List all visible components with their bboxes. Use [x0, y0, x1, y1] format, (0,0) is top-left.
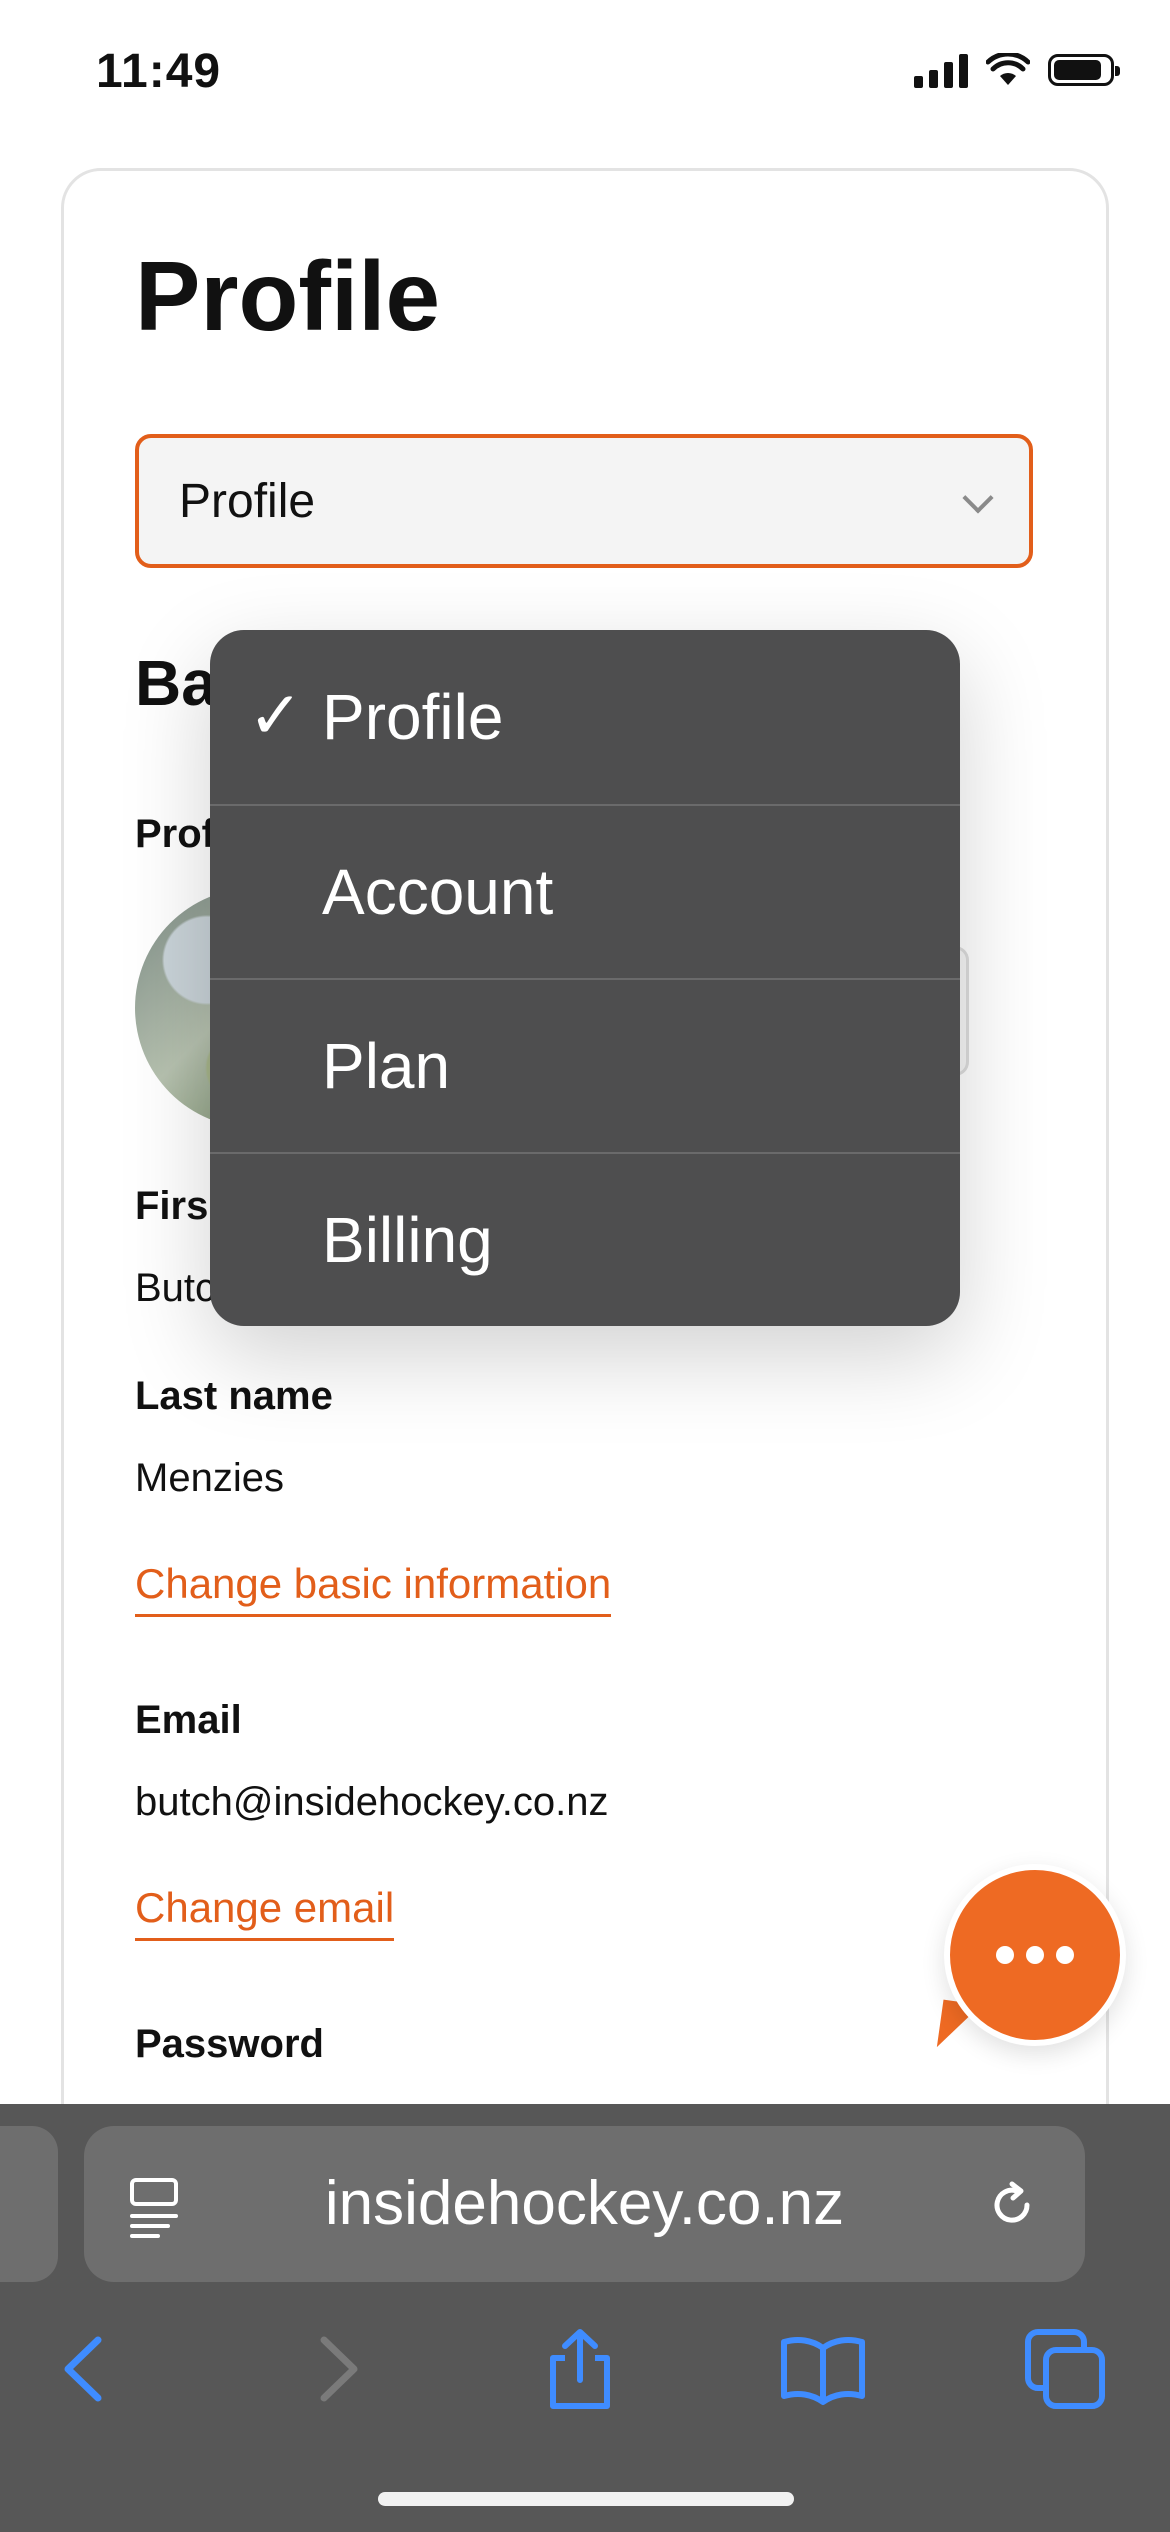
- menu-item-account[interactable]: Account: [210, 804, 960, 978]
- email-label: Email: [135, 1698, 242, 1742]
- page-title: Profile: [135, 241, 440, 351]
- wifi-icon: [986, 53, 1030, 85]
- battery-icon: [1048, 54, 1120, 86]
- section-heading: Ba: [135, 647, 217, 719]
- password-label: Password: [135, 2022, 324, 2066]
- section-select-value: Profile: [179, 474, 316, 528]
- share-icon[interactable]: [535, 2324, 625, 2414]
- section-select[interactable]: Profile: [135, 434, 1033, 568]
- chat-bubble-icon[interactable]: [944, 1864, 1126, 2046]
- previous-tab-preview[interactable]: [0, 2126, 58, 2282]
- menu-item-label: Account: [322, 856, 554, 928]
- change-basic-information-link[interactable]: Change basic information: [135, 1560, 612, 1617]
- change-email-link[interactable]: Change email: [135, 1884, 395, 1941]
- first-name-value: Butc: [135, 1266, 216, 1310]
- address-bar[interactable]: insidehockey.co.nz: [84, 2126, 1085, 2282]
- section-dropdown-menu: ✓ Profile Account Plan Billing: [210, 630, 960, 1326]
- first-name-label: Firs: [135, 1184, 209, 1228]
- back-arrow-icon[interactable]: [40, 2324, 130, 2414]
- status-time: 11:49: [96, 45, 222, 98]
- reload-icon[interactable]: [985, 2178, 1039, 2232]
- last-name-value: Menzies: [135, 1456, 284, 1500]
- chevron-down-icon: [962, 482, 994, 514]
- forward-arrow-icon[interactable]: [292, 2324, 382, 2414]
- menu-item-plan[interactable]: Plan: [210, 978, 960, 1152]
- bookmarks-icon[interactable]: [778, 2324, 868, 2414]
- last-name-label: Last name: [135, 1374, 333, 1418]
- url-text: insidehockey.co.nz: [324, 2169, 845, 2238]
- tabs-icon[interactable]: [1020, 2324, 1110, 2414]
- menu-item-billing[interactable]: Billing: [210, 1152, 960, 1326]
- email-value: butch@insidehockey.co.nz: [135, 1780, 609, 1824]
- menu-item-profile[interactable]: ✓ Profile: [210, 630, 960, 804]
- browser-toolbar: insidehockey.co.nz: [0, 2104, 1170, 2532]
- menu-item-label: Profile: [322, 681, 504, 753]
- status-bar: 11:49: [0, 0, 1170, 150]
- status-icons: [914, 52, 1120, 88]
- home-indicator: [378, 2492, 794, 2506]
- menu-item-label: Billing: [322, 1204, 493, 1276]
- cellular-signal-icon: [914, 52, 968, 88]
- checkmark-icon: ✓: [248, 678, 304, 752]
- browser-nav-toolbar: [0, 2304, 1170, 2434]
- profile-picture-label: Prof: [135, 812, 215, 856]
- menu-item-label: Plan: [322, 1030, 451, 1102]
